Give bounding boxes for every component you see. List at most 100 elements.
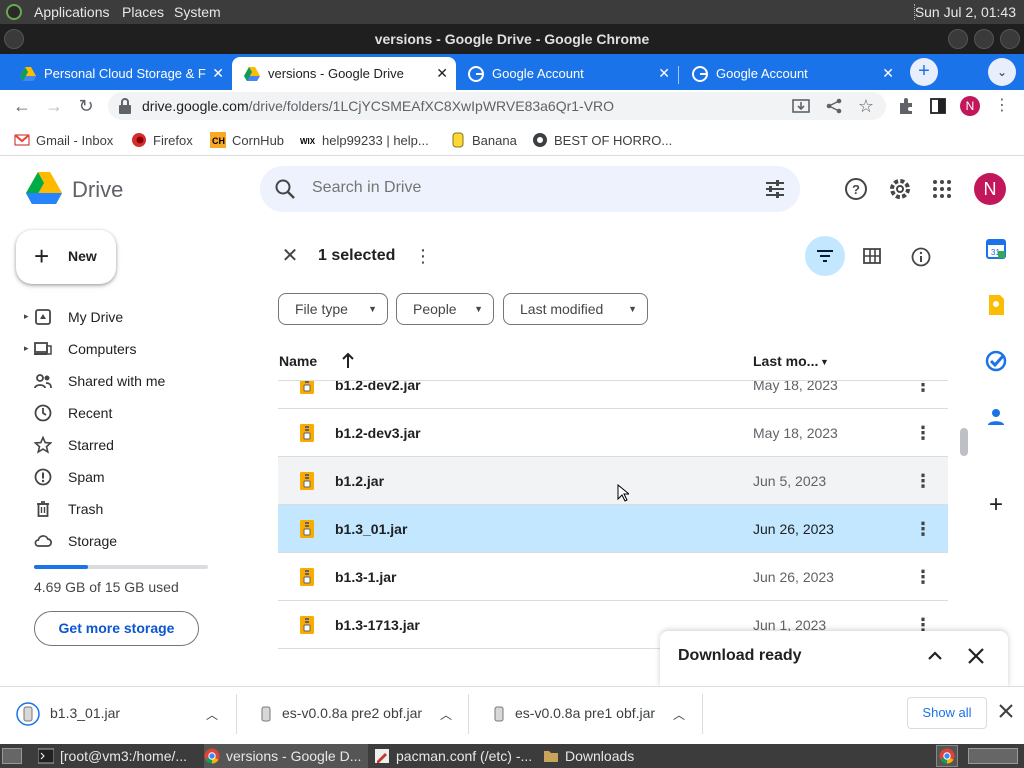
settings-gear-icon[interactable] [888,177,912,201]
file-row[interactable]: b1.2.jar Jun 5, 2023 ⋮ [278,457,948,505]
side-panel-icon[interactable] [929,97,947,115]
bookmark-banana[interactable]: Banana [450,132,517,148]
places-menu[interactable]: Places [122,4,164,20]
nav-computers[interactable]: ▸ Computers [24,335,244,363]
chevron-up-icon[interactable]: ︿ [673,706,685,723]
scrollbar-thumb[interactable] [960,428,968,456]
close-icon[interactable]: ✕ [436,57,448,90]
chrome-menu-icon[interactable]: ⋮ [992,96,1012,116]
tray-chrome-icon[interactable] [936,745,958,767]
taskbar-chrome[interactable]: versions - Google D... [204,744,368,768]
minimize-button[interactable] [948,29,968,49]
extensions-icon[interactable] [897,97,915,115]
close-icon[interactable]: ✕ [882,57,894,90]
window-menu-button[interactable] [4,29,24,49]
nav-spam[interactable]: Spam [24,463,244,491]
file-row[interactable]: b1.2-dev3.jar May 18, 2023 ⋮ [278,409,948,457]
tab-google-account-1[interactable]: Google Account ✕ [456,57,678,90]
more-options-icon[interactable]: ⋮ [914,423,932,443]
nav-recent[interactable]: Recent [24,399,244,427]
more-actions-icon[interactable]: ⋮ [414,246,432,266]
bookmark-help99233[interactable]: WIX help99233 | help... [300,132,429,148]
taskbar-terminal[interactable]: [root@vm3:/home/... [38,744,198,768]
close-icon[interactable]: ✕ [212,57,224,90]
close-window-button[interactable] [1000,29,1020,49]
show-all-downloads-button[interactable]: Show all [907,697,987,729]
nav-shared-with-me[interactable]: Shared with me [24,367,244,395]
close-icon[interactable]: ✕ [658,57,670,90]
download-item[interactable]: es-v0.0.8a pre1 obf.jar ︿ [487,690,699,738]
applications-menu[interactable]: Applications [34,4,110,20]
file-row-selected[interactable]: b1.3_01.jar Jun 26, 2023 ⋮ [278,505,948,553]
drive-logo-icon[interactable] [26,172,62,204]
info-icon[interactable] [911,247,931,267]
maximize-button[interactable] [974,29,994,49]
nav-my-drive[interactable]: ▸ My Drive [24,303,244,331]
grid-view-icon[interactable] [863,248,881,264]
search-options-icon[interactable] [764,178,786,200]
more-options-icon[interactable]: ⋮ [914,519,932,539]
column-header-name[interactable]: Name [279,353,317,369]
close-icon[interactable] [998,703,1014,719]
file-row[interactable]: b1.2-dev2.jar May 18, 2023 ⋮ [278,381,948,409]
keep-icon[interactable] [984,293,1008,317]
dropdown-arrow-icon[interactable]: ▼ [820,357,829,367]
show-desktop-icon[interactable] [2,748,22,764]
account-avatar[interactable]: N [974,173,1006,205]
download-item[interactable]: b1.3_01.jar ︿ [16,690,236,738]
last-modified-filter-chip[interactable]: Last modified ▼ [503,293,648,325]
file-type-filter-chip[interactable]: File type ▼ [278,293,388,325]
expand-caret-icon[interactable]: ▸ [24,311,29,322]
close-icon[interactable] [966,646,986,666]
more-options-icon[interactable]: ⋮ [914,381,932,395]
apps-grid-icon[interactable] [930,177,954,201]
more-options-icon[interactable]: ⋮ [914,471,932,491]
nav-trash[interactable]: Trash [24,495,244,523]
get-more-storage-button[interactable]: Get more storage [34,611,199,646]
more-options-icon[interactable]: ⋮ [914,567,932,587]
tasks-icon[interactable] [984,349,1008,373]
bookmark-star-icon[interactable]: ☆ [856,96,876,116]
clear-selection-close-icon[interactable]: ✕ [280,246,300,266]
workspace-switcher[interactable] [968,748,1018,764]
bookmark-best-of-horror[interactable]: BEST OF HORRO... [532,132,672,148]
taskbar-downloads[interactable]: Downloads [543,744,663,768]
tab-search-button[interactable]: ⌄ [988,58,1016,86]
os-logo-icon[interactable] [6,4,22,20]
search-input[interactable] [312,179,732,197]
share-icon[interactable] [825,97,843,115]
chevron-up-icon[interactable]: ︿ [440,706,452,723]
bookmark-cornhub[interactable]: CH CornHub [210,132,284,148]
chevron-up-icon[interactable]: ︿ [206,706,218,723]
help-icon[interactable]: ? [844,177,868,201]
forward-arrow-icon[interactable]: → [44,96,64,116]
download-item[interactable]: es-v0.0.8a pre2 obf.jar ︿ [254,690,464,738]
taskbar-text-editor[interactable]: pacman.conf (/etc) -... [374,744,538,768]
clock[interactable]: Sun Jul 2, 01:43 [915,4,1016,20]
people-filter-chip[interactable]: People ▼ [396,293,494,325]
back-arrow-icon[interactable]: ← [12,96,32,116]
chevron-up-icon[interactable] [925,646,945,666]
new-button[interactable]: + New [16,230,116,284]
sort-ascending-arrow-icon[interactable] [340,351,356,369]
tab-versions-drive[interactable]: versions - Google Drive ✕ [232,57,456,90]
search-icon[interactable] [274,178,296,200]
add-addon-plus-icon[interactable]: + [984,493,1008,517]
new-tab-button[interactable]: + [910,58,938,86]
calendar-icon[interactable]: 31 [984,237,1008,261]
expand-caret-icon[interactable]: ▸ [24,343,29,354]
contacts-icon[interactable] [984,405,1008,429]
nav-starred[interactable]: Starred [24,431,244,459]
reload-icon[interactable]: ↻ [76,96,96,116]
bookmark-gmail[interactable]: Gmail - Inbox [14,132,113,148]
install-app-icon[interactable] [792,97,810,115]
nav-storage[interactable]: Storage [24,527,244,555]
browser-profile-avatar[interactable]: N [960,96,980,116]
url-text[interactable]: drive.google.com/drive/folders/1LCjYCSME… [142,98,614,114]
system-menu[interactable]: System [174,4,221,20]
tab-personal-cloud[interactable]: Personal Cloud Storage & F ✕ [8,57,232,90]
drive-app-name[interactable]: Drive [72,177,123,203]
lock-icon[interactable] [118,98,132,114]
column-header-last-modified[interactable]: Last mo... [753,353,818,369]
file-row[interactable]: b1.3-1.jar Jun 26, 2023 ⋮ [278,553,948,601]
